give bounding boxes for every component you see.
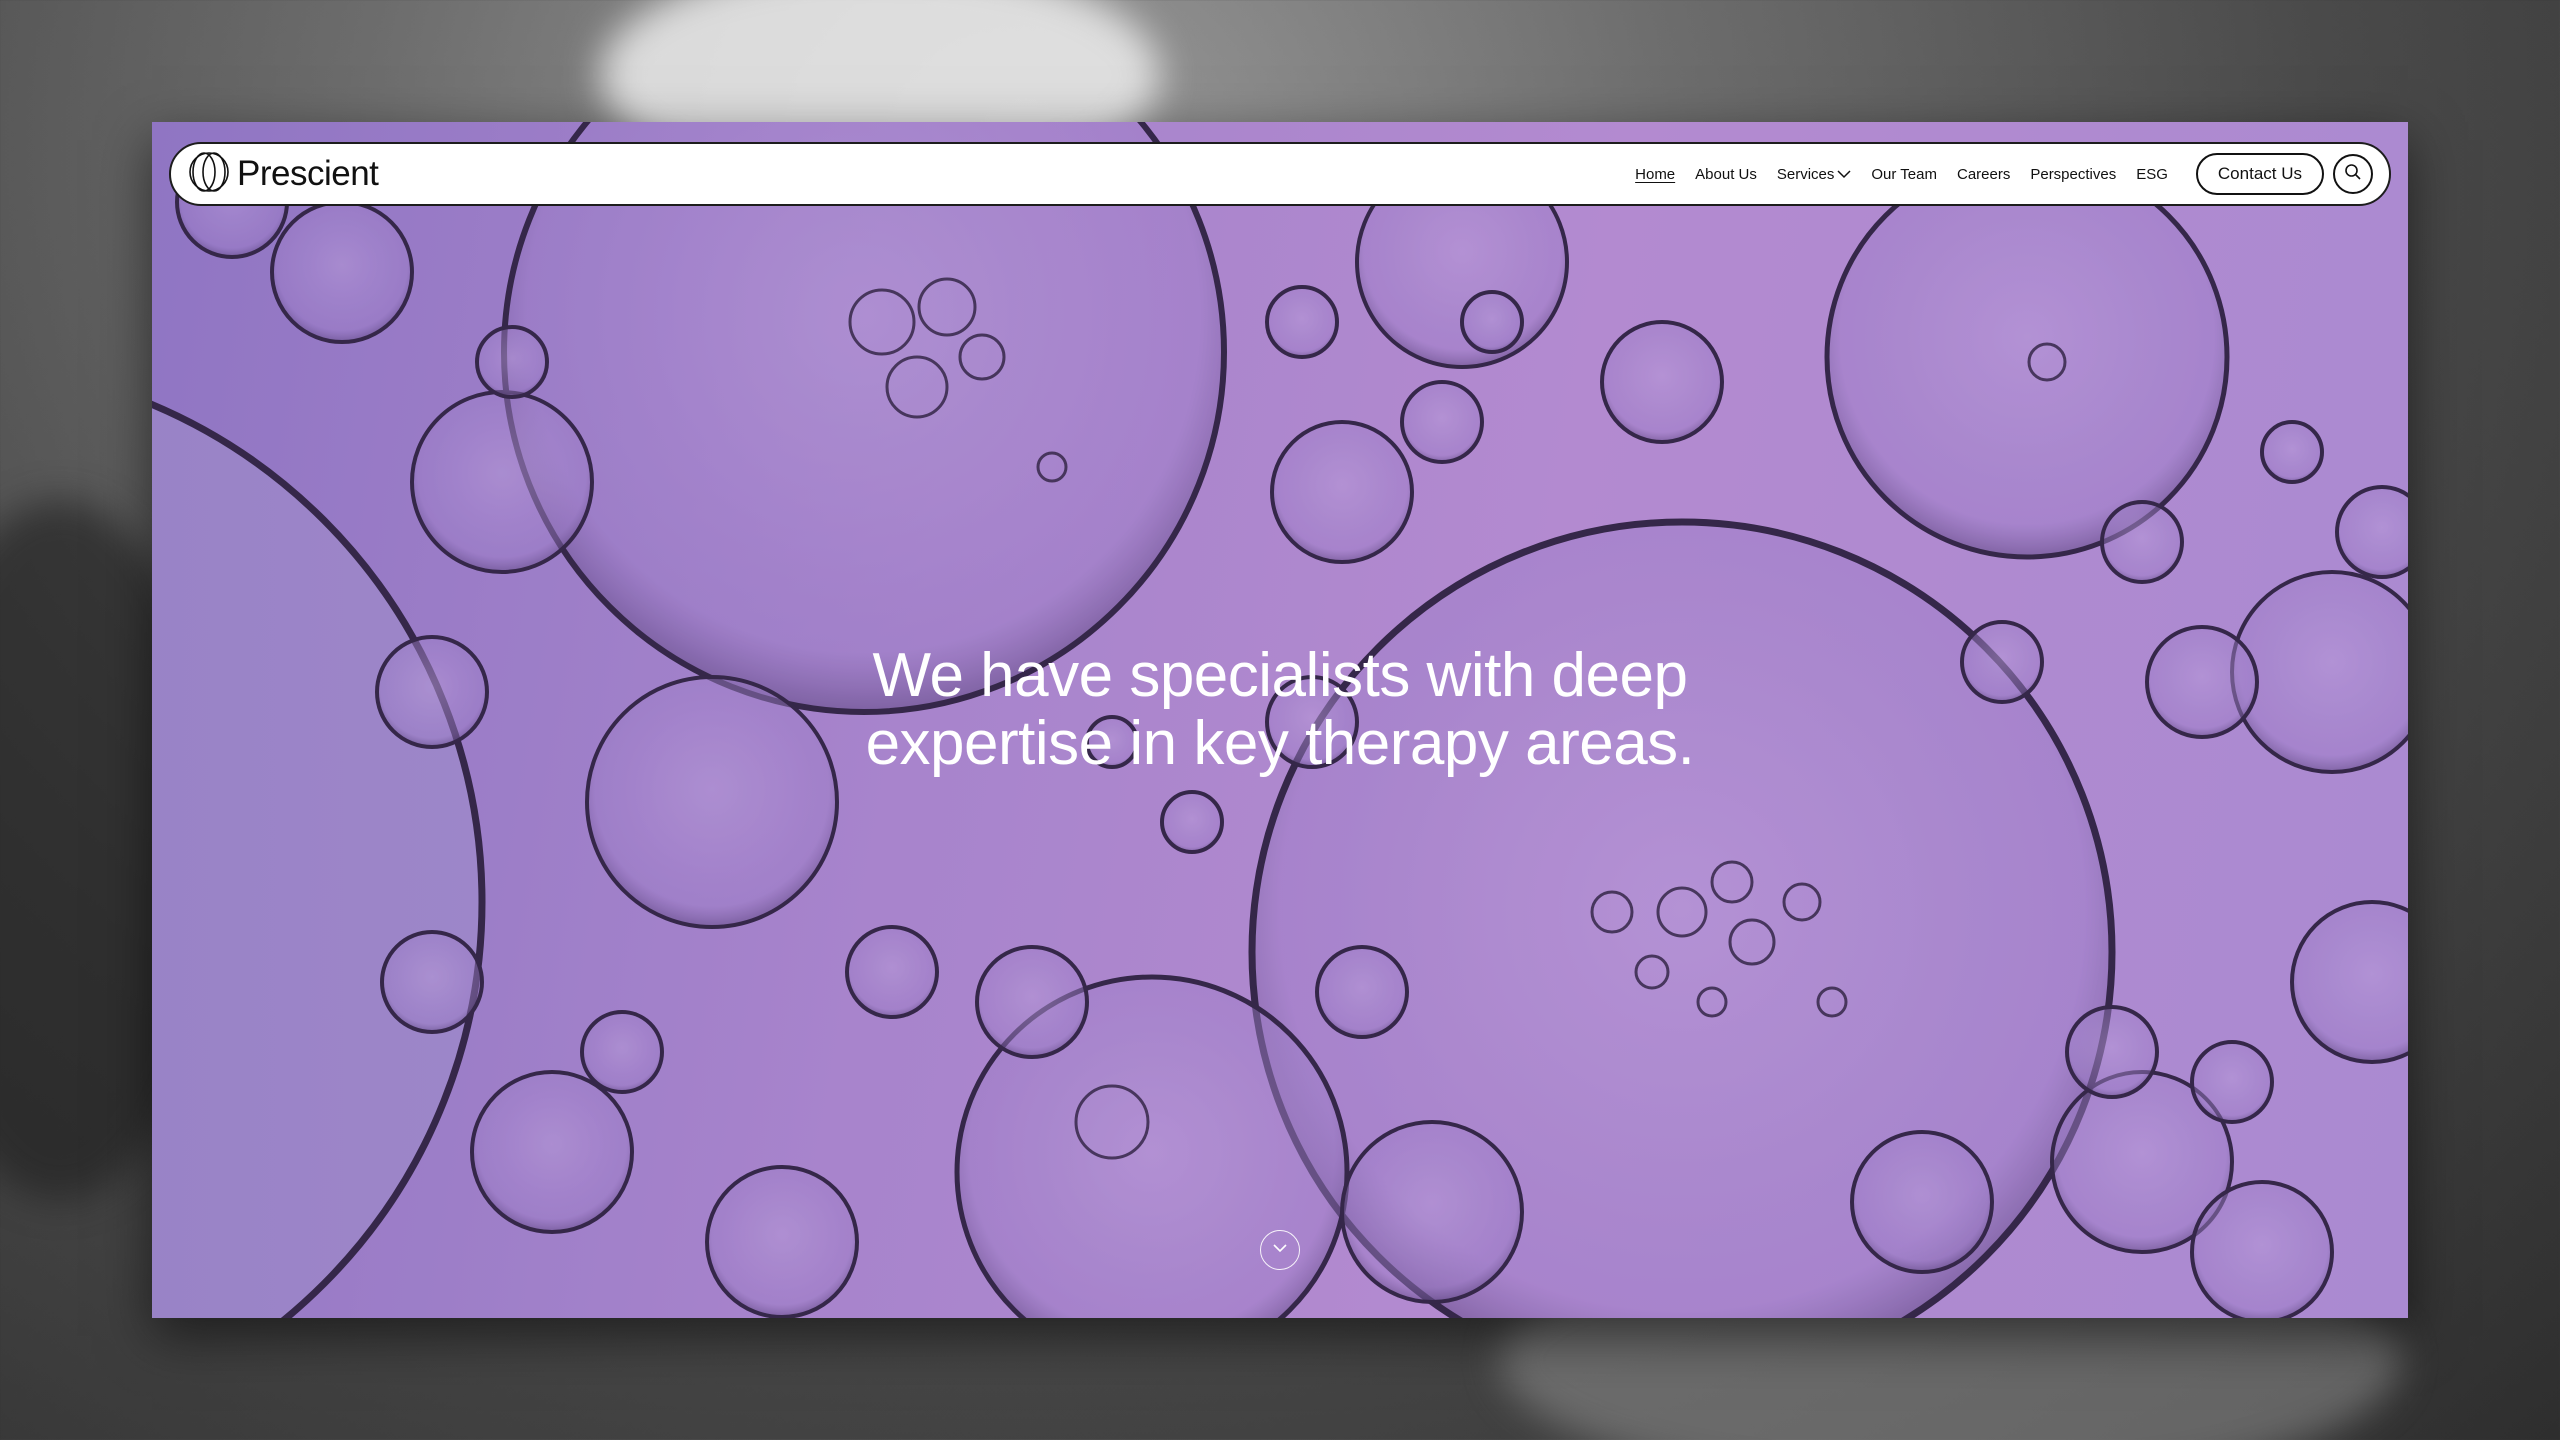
scroll-down-button[interactable] — [1260, 1230, 1300, 1270]
contact-us-button[interactable]: Contact Us — [2195, 153, 2324, 195]
nav-item-services[interactable]: Services — [1777, 166, 1852, 183]
nav-item-our-team[interactable]: Our Team — [1871, 166, 1937, 183]
chevron-down-circle-icon — [1272, 1241, 1288, 1259]
hero-headline-line-1: We have specialists with deep — [872, 641, 1688, 710]
search-icon — [2344, 163, 2362, 186]
main-nav: Home About Us Services Our Team Careers … — [1635, 166, 2168, 183]
hero-headline: We have specialists with deep expertise … — [152, 642, 2408, 778]
top-navbar: Prescient Home About Us Services Our Tea… — [169, 142, 2391, 206]
nav-item-esg[interactable]: ESG — [2136, 166, 2168, 183]
nav-item-careers[interactable]: Careers — [1957, 166, 2010, 183]
search-button[interactable] — [2333, 154, 2373, 194]
nav-item-about-us[interactable]: About Us — [1695, 166, 1757, 183]
chevron-down-icon — [1837, 166, 1851, 183]
intersecting-circles-logo-icon — [187, 150, 231, 199]
hero-headline-line-2: expertise in key therapy areas. — [865, 709, 1695, 778]
nav-right: Home About Us Services Our Team Careers … — [1635, 153, 2373, 195]
nav-item-perspectives[interactable]: Perspectives — [2030, 166, 2116, 183]
nav-item-home[interactable]: Home — [1635, 166, 1675, 183]
browser-viewport: Prescient Home About Us Services Our Tea… — [152, 122, 2408, 1318]
brand-logo[interactable]: Prescient — [187, 150, 379, 199]
nav-item-services-label: Services — [1776, 165, 1835, 183]
brand-name: Prescient — [237, 154, 379, 193]
